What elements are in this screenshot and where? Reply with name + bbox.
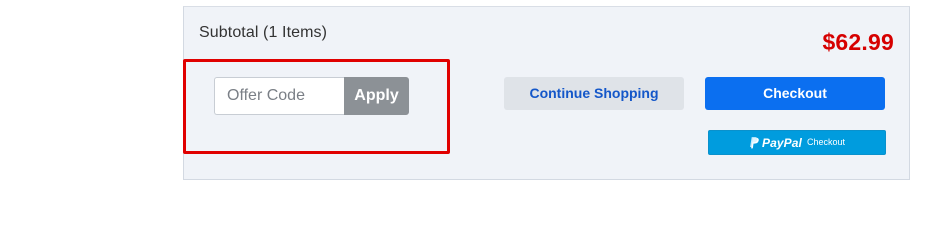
cart-summary-page: Subtotal (1 Items) $62.99 Apply Continue… [0, 0, 940, 202]
checkout-button[interactable]: Checkout [705, 77, 885, 110]
subtotal-label: Subtotal (1 Items) [199, 24, 328, 41]
offer-code-input[interactable] [214, 77, 345, 115]
paypal-logo-icon [749, 136, 759, 149]
paypal-checkout-button[interactable]: PayPal Checkout [708, 130, 886, 155]
paypal-checkout-text: Checkout [806, 137, 845, 147]
continue-shopping-button[interactable]: Continue Shopping [504, 77, 684, 110]
subtotal-amount: $62.99 [822, 29, 894, 55]
apply-offer-button[interactable]: Apply [344, 77, 409, 115]
paypal-brand-text: PayPal [762, 135, 802, 150]
